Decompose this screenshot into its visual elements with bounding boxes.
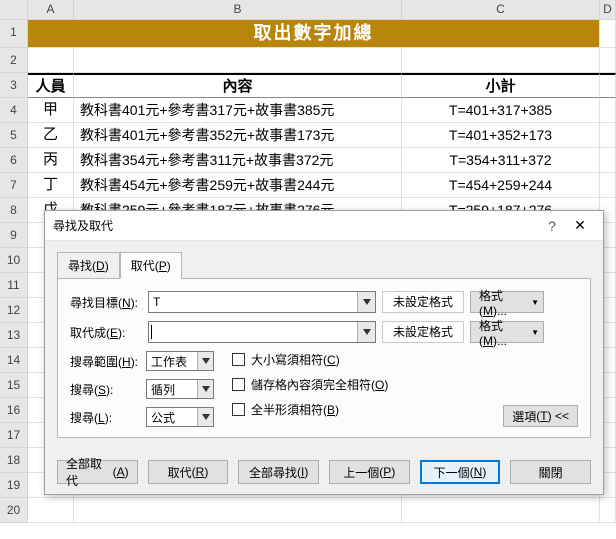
cell[interactable]	[600, 73, 616, 98]
cell[interactable]: T=401+317+385	[402, 98, 600, 123]
tab-replace[interactable]: 取代(P)	[120, 252, 182, 279]
cell[interactable]	[600, 148, 616, 173]
search-label: 搜尋(S):	[70, 381, 140, 398]
cell[interactable]: 教科書401元+參考書352元+故事書173元	[74, 123, 402, 148]
lookin-label: 搜尋(L):	[70, 409, 140, 426]
row-header[interactable]: 14	[0, 348, 28, 373]
close-button[interactable]: ✕	[565, 217, 595, 234]
row-header[interactable]: 13	[0, 323, 28, 348]
cell[interactable]: 教科書454元+參考書259元+故事書244元	[74, 173, 402, 198]
chevron-down-icon[interactable]	[357, 292, 375, 312]
row-header[interactable]: 12	[0, 298, 28, 323]
find-combo[interactable]: T	[148, 291, 376, 313]
cell[interactable]	[600, 173, 616, 198]
cell[interactable]: 教科書354元+參考書311元+故事書372元	[74, 148, 402, 173]
row-header[interactable]: 9	[0, 223, 28, 248]
tab-find[interactable]: 尋找(D)	[57, 252, 120, 279]
col-header-D[interactable]: D	[600, 0, 616, 19]
header-cell[interactable]: 小計	[402, 73, 600, 98]
replace-format-preview: 未設定格式	[382, 321, 464, 343]
row-header[interactable]: 10	[0, 248, 28, 273]
chevron-down-icon[interactable]	[197, 408, 213, 426]
search-combo[interactable]: 循列	[146, 379, 214, 399]
row-header[interactable]: 4	[0, 98, 28, 123]
find-format-button[interactable]: 格式(M)...▼	[470, 291, 544, 313]
row-header[interactable]: 5	[0, 123, 28, 148]
chevron-down-icon[interactable]	[197, 352, 213, 370]
replace-all-button[interactable]: 全部取代(A)	[57, 460, 138, 484]
find-all-button[interactable]: 全部尋找(I)	[238, 460, 319, 484]
dialog-titlebar[interactable]: 尋找及取代 ? ✕	[45, 211, 603, 241]
row-header[interactable]: 2	[0, 48, 28, 73]
column-headers: A B C D	[0, 0, 616, 20]
header-cell[interactable]: 內容	[74, 73, 402, 98]
within-combo[interactable]: 工作表	[146, 351, 214, 371]
cell[interactable]: 教科書401元+參考書317元+故事書385元	[74, 98, 402, 123]
col-header-A[interactable]: A	[28, 0, 74, 19]
row-header[interactable]: 8	[0, 198, 28, 223]
row-header[interactable]: 17	[0, 423, 28, 448]
match-byte-checkbox[interactable]: 全半形須相符(B)	[232, 401, 388, 418]
cell[interactable]	[600, 48, 616, 73]
help-button[interactable]: ?	[539, 218, 565, 234]
replace-button[interactable]: 取代(R)	[148, 460, 229, 484]
find-label: 尋找目標(N):	[70, 294, 142, 311]
header-cell[interactable]: 人員	[28, 73, 74, 98]
row-header[interactable]: 6	[0, 148, 28, 173]
dialog-title: 尋找及取代	[53, 217, 539, 234]
row-header[interactable]: 15	[0, 373, 28, 398]
match-whole-checkbox[interactable]: 儲存格內容須完全相符(O)	[232, 376, 388, 393]
row-header[interactable]: 11	[0, 273, 28, 298]
cell[interactable]: 丁	[28, 173, 74, 198]
replace-combo[interactable]	[148, 321, 376, 343]
find-input[interactable]: T	[149, 295, 357, 309]
row-header[interactable]: 3	[0, 73, 28, 98]
cell[interactable]: T=401+352+173	[402, 123, 600, 148]
row-header[interactable]: 18	[0, 448, 28, 473]
cell[interactable]	[402, 48, 600, 73]
cell[interactable]: 乙	[28, 123, 74, 148]
cell[interactable]: 甲	[28, 98, 74, 123]
col-header-B[interactable]: B	[74, 0, 402, 19]
col-header-C[interactable]: C	[402, 0, 600, 19]
find-next-button[interactable]: 下一個(N)	[420, 460, 501, 484]
cell[interactable]	[600, 20, 616, 48]
cell[interactable]	[600, 123, 616, 148]
cell[interactable]: 丙	[28, 148, 74, 173]
cell[interactable]	[600, 98, 616, 123]
cell[interactable]: T=454+259+244	[402, 173, 600, 198]
lookin-combo[interactable]: 公式	[146, 407, 214, 427]
cell[interactable]	[28, 498, 74, 523]
cell[interactable]	[28, 48, 74, 73]
within-label: 搜尋範圍(H):	[70, 353, 140, 370]
find-replace-dialog: 尋找及取代 ? ✕ 尋找(D) 取代(P) 尋找目標(N): T 未設定格式 格…	[44, 210, 604, 495]
replace-input[interactable]	[151, 325, 357, 339]
cell[interactable]	[600, 498, 616, 523]
row-header[interactable]: 1	[0, 20, 28, 48]
chevron-down-icon[interactable]	[197, 380, 213, 398]
row-header[interactable]: 7	[0, 173, 28, 198]
replace-format-button[interactable]: 格式(M)...▼	[470, 321, 544, 343]
cell[interactable]	[402, 498, 600, 523]
match-case-checkbox[interactable]: 大小寫須相符(C)	[232, 351, 388, 368]
find-prev-button[interactable]: 上一個(P)	[329, 460, 410, 484]
row-header[interactable]: 16	[0, 398, 28, 423]
replace-label: 取代成(E):	[70, 324, 142, 341]
cell[interactable]	[74, 48, 402, 73]
close-dialog-button[interactable]: 關閉	[510, 460, 591, 484]
row-header[interactable]: 19	[0, 473, 28, 498]
cell[interactable]	[74, 498, 402, 523]
options-button[interactable]: 選項(T) <<	[503, 405, 578, 427]
chevron-down-icon[interactable]	[357, 322, 375, 342]
select-all-corner[interactable]	[0, 0, 28, 19]
find-format-preview: 未設定格式	[382, 291, 464, 313]
cell[interactable]: T=354+311+372	[402, 148, 600, 173]
row-header[interactable]: 20	[0, 498, 28, 523]
title-cell[interactable]: 取出數字加總	[28, 20, 600, 48]
